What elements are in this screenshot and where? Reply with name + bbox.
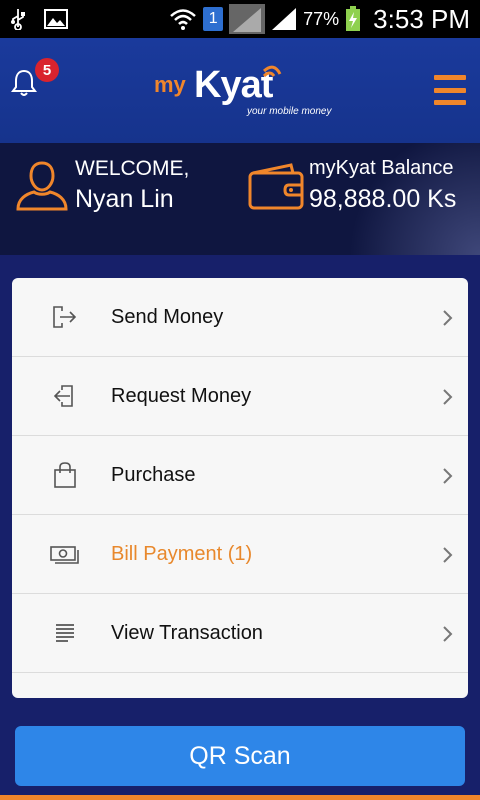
account-summary: WELCOME, Nyan Lin myKyat Balance 98,888.… bbox=[0, 143, 480, 255]
menu-item-label: Send Money bbox=[111, 305, 224, 328]
menu-item-view-transaction[interactable]: View Transaction bbox=[12, 594, 468, 673]
bottom-accent-line bbox=[0, 795, 480, 800]
wifi-icon bbox=[169, 7, 197, 31]
welcome-label: WELCOME, bbox=[75, 157, 190, 180]
usb-icon bbox=[10, 8, 26, 30]
balance-value: 98,888.00 Ks bbox=[309, 185, 457, 213]
sim-badge: 1 bbox=[203, 7, 224, 31]
chevron-right-icon bbox=[443, 468, 453, 484]
image-icon bbox=[44, 9, 68, 29]
status-bar: 1 77% 3:53 PM bbox=[0, 0, 480, 38]
battery-charging-icon bbox=[345, 6, 361, 32]
chevron-right-icon bbox=[443, 389, 453, 405]
logo-tagline: your mobile money bbox=[247, 106, 332, 117]
menu-item-label: Request Money bbox=[111, 384, 252, 407]
bell-icon[interactable] bbox=[10, 68, 38, 98]
menu-item-label: Purchase bbox=[111, 463, 196, 486]
menu-list: Send Money Request Money Purchase Bill P… bbox=[12, 278, 468, 698]
chevron-right-icon bbox=[443, 626, 453, 642]
signal-bars-icon bbox=[271, 7, 297, 31]
list-icon bbox=[56, 624, 74, 642]
menu-line bbox=[434, 100, 466, 105]
chevron-right-icon bbox=[443, 310, 453, 326]
menu-item-label: Bill Payment (1) bbox=[111, 542, 253, 565]
menu-line bbox=[434, 87, 466, 93]
menu-item-request-money[interactable]: Request Money bbox=[12, 357, 468, 436]
app-header: 5 my Kyat your mobile money bbox=[0, 38, 480, 143]
menu-item-label: View Transaction bbox=[111, 621, 263, 644]
request-money-icon bbox=[53, 385, 73, 407]
menu-item-purchase[interactable]: Purchase bbox=[12, 436, 468, 515]
menu-item-bill-payment[interactable]: Bill Payment (1) bbox=[12, 515, 468, 594]
hamburger-menu-button[interactable] bbox=[434, 75, 466, 105]
chevron-right-icon bbox=[443, 547, 453, 563]
wallet-icon bbox=[248, 163, 304, 210]
cash-icon bbox=[50, 546, 79, 564]
mykyat-logo: my Kyat your mobile money bbox=[154, 64, 334, 118]
notification-badge: 5 bbox=[35, 58, 59, 82]
qr-scan-button[interactable]: QR Scan bbox=[15, 726, 465, 786]
battery-percent: 77% bbox=[303, 8, 340, 29]
balance-label: myKyat Balance bbox=[309, 157, 454, 179]
user-icon bbox=[16, 161, 68, 211]
shopping-bag-icon bbox=[54, 462, 76, 488]
send-money-icon bbox=[53, 306, 77, 328]
logo-prefix: my bbox=[154, 72, 186, 97]
signal-waves-icon bbox=[262, 65, 282, 78]
menu-line bbox=[434, 75, 466, 80]
clock: 3:53 PM bbox=[373, 3, 470, 34]
user-name: Nyan Lin bbox=[75, 185, 174, 213]
menu-item-send-money[interactable]: Send Money bbox=[12, 278, 468, 357]
signal-icon bbox=[229, 4, 266, 34]
